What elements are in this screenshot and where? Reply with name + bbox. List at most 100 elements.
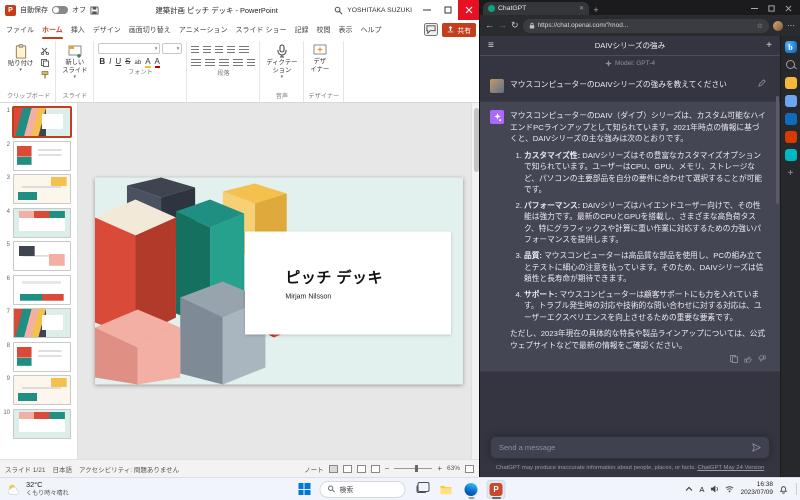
align-center-icon[interactable] bbox=[205, 59, 216, 67]
url-text[interactable]: https://chat.openai.com/?mod... bbox=[538, 22, 754, 29]
slide-thumbnail-10[interactable]: 10 bbox=[2, 408, 73, 439]
search-icon[interactable] bbox=[785, 59, 797, 71]
browser-profile-avatar[interactable] bbox=[773, 20, 783, 31]
notes-button[interactable]: ノート bbox=[304, 464, 324, 474]
office-icon[interactable] bbox=[784, 131, 797, 143]
zoom-in-icon[interactable]: + bbox=[437, 464, 442, 473]
strikethrough-icon[interactable]: S bbox=[125, 57, 130, 66]
favorite-star-icon[interactable]: ☆ bbox=[757, 22, 763, 30]
show-desktop-button[interactable] bbox=[796, 483, 797, 495]
align-right-icon[interactable] bbox=[219, 59, 230, 67]
thumbs-down-icon[interactable] bbox=[758, 355, 766, 363]
zoom-slider[interactable] bbox=[394, 465, 433, 472]
send-icon[interactable] bbox=[752, 443, 761, 452]
refresh-icon[interactable]: ↻ bbox=[511, 21, 519, 30]
highlight-color-icon[interactable] bbox=[145, 57, 150, 66]
autosave-toggle[interactable] bbox=[52, 6, 68, 14]
add-icon[interactable] bbox=[785, 167, 797, 179]
drop-icon[interactable] bbox=[784, 149, 797, 161]
slideshow-view-icon[interactable] bbox=[370, 464, 380, 473]
back-icon[interactable]: ← bbox=[485, 21, 494, 30]
scrollbar-thumb[interactable] bbox=[473, 108, 479, 172]
slide-thumbnail-3[interactable]: 3 bbox=[2, 174, 73, 204]
comments-button[interactable] bbox=[424, 23, 439, 36]
start-button[interactable] bbox=[295, 480, 314, 499]
task-view-button[interactable] bbox=[412, 480, 431, 499]
close-icon[interactable] bbox=[458, 0, 479, 20]
indent-decrease-icon[interactable] bbox=[215, 46, 224, 54]
minimize-icon[interactable] bbox=[416, 0, 437, 20]
notification-bell-icon[interactable] bbox=[779, 485, 788, 494]
close-tab-icon[interactable]: ✕ bbox=[579, 5, 584, 12]
tools-icon[interactable] bbox=[784, 95, 797, 107]
justify-icon[interactable] bbox=[233, 59, 244, 67]
zoom-level[interactable]: 63% bbox=[447, 465, 460, 472]
slide-thumbnail-8[interactable]: 8 bbox=[2, 341, 73, 372]
format-painter-icon[interactable] bbox=[39, 70, 51, 79]
slide-thumbnail-1[interactable]: 1 bbox=[2, 107, 73, 137]
bing-chat-icon[interactable] bbox=[784, 41, 797, 53]
forward-icon[interactable]: → bbox=[498, 21, 507, 30]
ribbon-tab-画面切り替え[interactable]: 画面切り替え bbox=[125, 20, 175, 39]
copy-icon[interactable] bbox=[39, 58, 51, 67]
canvas-scrollbar[interactable] bbox=[471, 103, 479, 459]
address-bar[interactable]: https://chat.openai.com/?mod... ☆ bbox=[522, 18, 769, 33]
slide-editor[interactable]: ピッチ デッキ Mirjam Nilsson bbox=[94, 177, 463, 385]
search-icon[interactable] bbox=[334, 6, 343, 15]
shopping-icon[interactable] bbox=[784, 77, 797, 89]
new-slide-button[interactable]: 新しい スライド ▾ bbox=[60, 43, 89, 81]
align-left-icon[interactable] bbox=[191, 59, 202, 67]
ribbon-tab-校閲[interactable]: 校閲 bbox=[312, 20, 334, 39]
powerpoint-button[interactable] bbox=[486, 479, 506, 499]
reading-view-icon[interactable] bbox=[356, 464, 366, 473]
save-icon[interactable] bbox=[90, 5, 99, 15]
browser-close-icon[interactable] bbox=[780, 1, 797, 15]
slide-thumbnail-4[interactable]: 4 bbox=[2, 207, 73, 238]
volume-icon[interactable] bbox=[710, 485, 719, 493]
slide-thumbnail-6[interactable]: 6 bbox=[2, 274, 73, 305]
bullets-icon[interactable] bbox=[191, 46, 200, 54]
page-scrollbar[interactable] bbox=[776, 96, 779, 204]
cut-icon[interactable] bbox=[39, 46, 51, 55]
clock[interactable]: 16:38 2023/07/09 bbox=[740, 481, 773, 497]
paste-button[interactable]: 貼り付け ▾ bbox=[6, 43, 35, 74]
outlook-icon[interactable] bbox=[784, 113, 797, 125]
slide-thumbnail-2[interactable]: 2 bbox=[2, 140, 73, 171]
new-tab-icon[interactable]: + bbox=[589, 5, 603, 15]
slide-title[interactable]: ピッチ デッキ bbox=[285, 266, 451, 287]
edge-button[interactable] bbox=[462, 480, 481, 499]
ribbon-tab-ホーム[interactable]: ホーム bbox=[38, 20, 67, 39]
ribbon-tab-スライド ショー[interactable]: スライド ショー bbox=[232, 20, 291, 39]
columns-icon[interactable] bbox=[247, 59, 256, 67]
normal-view-icon[interactable] bbox=[328, 464, 338, 473]
zoom-out-icon[interactable]: − bbox=[385, 464, 390, 473]
ribbon-tab-表示[interactable]: 表示 bbox=[334, 20, 356, 39]
ribbon-tab-記録[interactable]: 記録 bbox=[290, 20, 312, 39]
browser-menu-icon[interactable]: ⋯ bbox=[787, 21, 795, 30]
designer-button[interactable]: デザ イナー bbox=[308, 43, 331, 74]
italic-icon[interactable]: I bbox=[109, 57, 111, 66]
hidden-icons-chevron-icon[interactable] bbox=[685, 486, 693, 492]
share-button[interactable]: 共有 bbox=[442, 22, 476, 37]
maximize-icon[interactable] bbox=[437, 0, 458, 20]
slide-subtitle[interactable]: Mirjam Nilsson bbox=[285, 293, 451, 300]
language-indicator[interactable]: 日本語 bbox=[52, 464, 72, 474]
dictate-button[interactable]: ディクテー ション ▾ bbox=[264, 43, 299, 81]
edit-message-icon[interactable] bbox=[758, 79, 766, 87]
ribbon-tab-ファイル[interactable]: ファイル bbox=[2, 20, 38, 39]
ribbon-tab-アニメーション[interactable]: アニメーション bbox=[175, 20, 232, 39]
slide-thumbnail-5[interactable]: 5 bbox=[2, 241, 73, 271]
copy-response-icon[interactable] bbox=[730, 355, 738, 364]
numbering-icon[interactable] bbox=[203, 46, 212, 54]
ribbon-tab-挿入[interactable]: 挿入 bbox=[67, 20, 89, 39]
font-size-select[interactable]: ▾ bbox=[162, 43, 183, 54]
browser-minimize-icon[interactable] bbox=[746, 1, 763, 15]
zoom-slider-thumb[interactable] bbox=[415, 465, 419, 472]
fit-to-window-icon[interactable] bbox=[465, 464, 474, 473]
ime-mode-indicator[interactable]: A bbox=[699, 485, 704, 494]
bold-icon[interactable]: B bbox=[99, 57, 105, 66]
weather-widget[interactable]: 32°C くもり時々晴れ bbox=[0, 478, 79, 500]
browser-maximize-icon[interactable] bbox=[763, 1, 780, 15]
message-input[interactable] bbox=[499, 442, 748, 452]
thumbs-up-icon[interactable] bbox=[744, 355, 752, 363]
